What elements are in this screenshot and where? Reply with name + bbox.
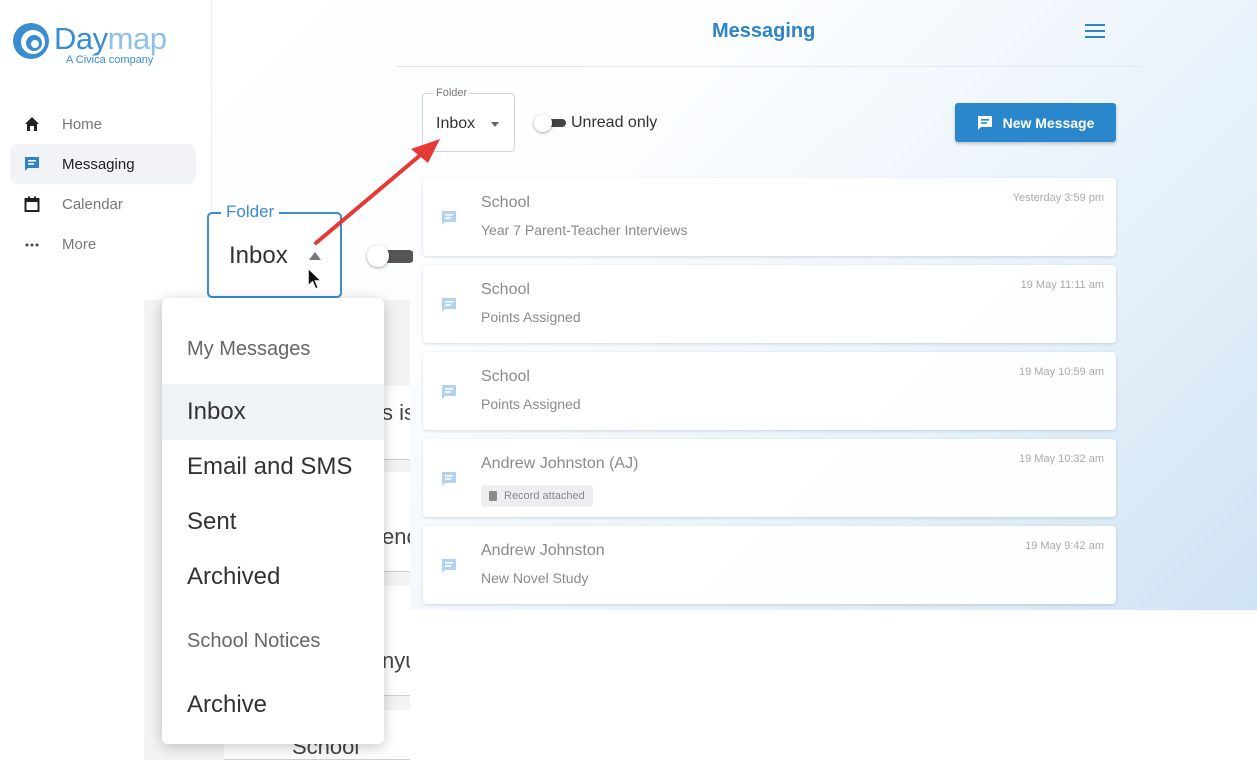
- message-time: 19 May 10:32 am: [1019, 453, 1104, 465]
- unread-only-toggle[interactable]: [534, 114, 566, 132]
- dropdown-item-archive[interactable]: Archive: [162, 677, 384, 733]
- background-text: nyu: [382, 648, 410, 673]
- sidebar-item-home[interactable]: Home: [10, 104, 196, 144]
- attachment-label: Record attached: [504, 490, 585, 502]
- clipboard-icon: [489, 491, 497, 501]
- message-subject: Points Assigned: [481, 396, 581, 412]
- attachment-chip: Record attached: [481, 485, 593, 507]
- mouse-pointer-icon: [307, 266, 324, 290]
- message-sender: Andrew Johnston (AJ): [481, 455, 639, 472]
- message-sender: School: [481, 368, 530, 385]
- message-icon: [441, 471, 457, 492]
- message-item[interactable]: School Year 7 Parent-Teacher Interviews …: [423, 178, 1116, 256]
- folder-dropdown-menu: My Messages Inbox Email and SMS Sent Arc…: [162, 298, 384, 744]
- daymap-logo[interactable]: Daymap A Civica company: [12, 21, 167, 66]
- message-time: Yesterday 3:59 pm: [1012, 192, 1104, 204]
- message-subject: New Novel Study: [481, 570, 589, 586]
- sidebar-nav: Home Messaging Calendar More: [10, 104, 196, 264]
- logo-word-day: Day: [54, 21, 108, 56]
- new-message-button[interactable]: New Message: [955, 103, 1116, 142]
- message-item[interactable]: School Points Assigned 19 May 11:11 am: [423, 265, 1116, 343]
- zoomed-folder-value: Inbox: [229, 242, 288, 269]
- message-item[interactable]: School Points Assigned 19 May 10:59 am: [423, 352, 1116, 430]
- header-divider: [397, 66, 1142, 67]
- folder-select[interactable]: Folder Inbox: [422, 87, 515, 152]
- calendar-icon: [22, 194, 42, 214]
- sidebar-item-messaging[interactable]: Messaging: [10, 144, 196, 184]
- dropdown-item-sent[interactable]: Sent: [162, 494, 384, 550]
- message-list: School Year 7 Parent-Teacher Interviews …: [423, 178, 1116, 613]
- background-text: enc: [382, 524, 410, 549]
- message-sender: Andrew Johnston: [481, 542, 605, 559]
- folder-select-value: Inbox: [436, 115, 476, 132]
- folder-select-label: Folder: [433, 87, 471, 99]
- zoomed-folder-label: Folder: [221, 202, 280, 222]
- caret-down-icon: [491, 122, 499, 127]
- unread-only-label: Unread only: [571, 114, 658, 131]
- message-time: 19 May 9:42 am: [1025, 540, 1104, 552]
- home-icon: [22, 114, 42, 134]
- dropdown-section-header: My Messages: [187, 338, 311, 360]
- dropdown-section-header: School Notices: [187, 630, 321, 652]
- sidebar-item-label: Messaging: [62, 155, 135, 173]
- new-message-label: New Message: [1002, 114, 1095, 131]
- page-title: Messaging: [712, 20, 816, 42]
- sidebar-item-label: Home: [62, 115, 103, 133]
- message-time: 19 May 11:11 am: [1020, 279, 1104, 291]
- message-item[interactable]: Andrew Johnston New Novel Study 19 May 9…: [423, 526, 1116, 604]
- hamburger-icon[interactable]: [1085, 24, 1105, 38]
- daymap-logo-icon: [13, 23, 49, 59]
- sidebar-item-label: Calendar: [62, 195, 123, 213]
- message-icon: [441, 384, 457, 405]
- caret-up-icon: [309, 252, 321, 260]
- message-icon: [441, 297, 457, 318]
- message-icon: [441, 558, 457, 579]
- message-icon: [22, 154, 42, 174]
- logo-word-map: map: [107, 21, 167, 56]
- message-item[interactable]: Andrew Johnston (AJ) Record attached 19 …: [423, 439, 1116, 517]
- sidebar-item-more[interactable]: More: [10, 224, 196, 264]
- dropdown-item-inbox[interactable]: Inbox: [162, 384, 384, 440]
- background-text: s is: [382, 400, 410, 425]
- message-icon: [441, 210, 457, 231]
- sidebar-item-calendar[interactable]: Calendar: [10, 184, 196, 224]
- dropdown-item-email-and-sms[interactable]: Email and SMS: [162, 439, 384, 495]
- logo-wordmark: Daymap: [54, 21, 167, 56]
- sidebar-item-label: More: [62, 235, 97, 253]
- zoomed-unread-toggle[interactable]: [365, 244, 413, 270]
- message-subject: Points Assigned: [481, 309, 581, 325]
- message-time: 19 May 10:59 am: [1019, 366, 1104, 378]
- message-sender: School: [481, 194, 530, 211]
- message-subject: Year 7 Parent-Teacher Interviews: [481, 222, 688, 238]
- message-sender: School: [481, 281, 530, 298]
- logo-subtitle: A Civica company: [66, 54, 154, 66]
- dropdown-item-archived[interactable]: Archived: [162, 549, 384, 605]
- message-icon: [977, 115, 993, 131]
- more-icon: [22, 234, 42, 254]
